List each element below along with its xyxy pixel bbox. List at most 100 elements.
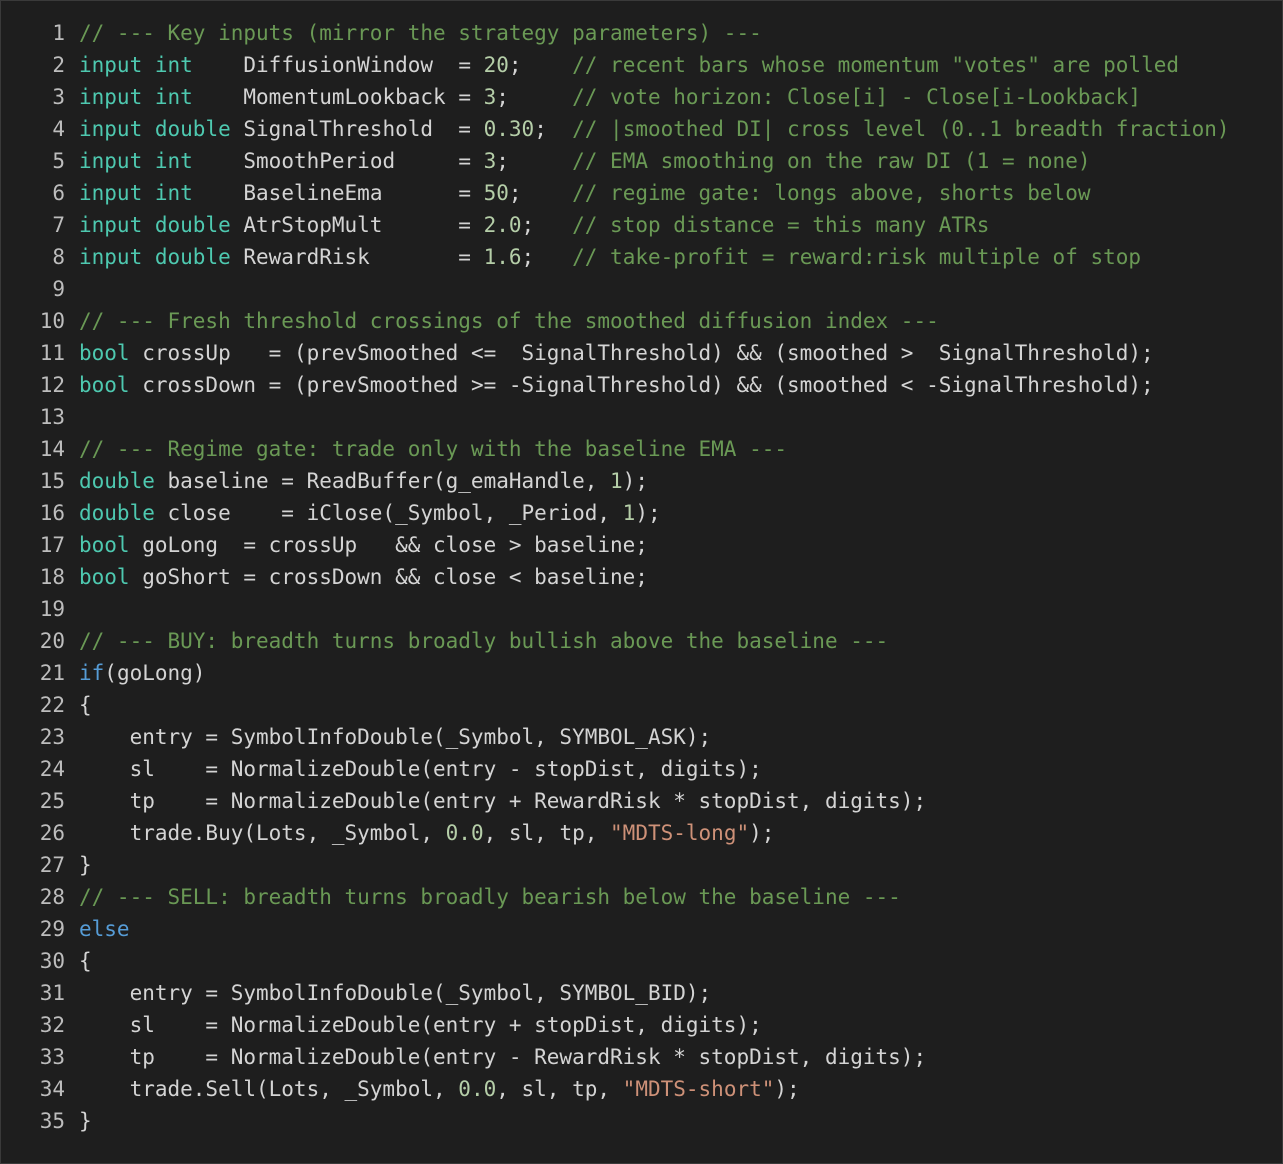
code-line[interactable]: 33 tp = NormalizeDouble(entry - RewardRi… — [1, 1041, 1282, 1073]
code-line[interactable]: 7 input double AtrStopMult = 2.0; // stop… — [1, 209, 1282, 241]
identifier-token: trade.Buy(Lots, _Symbol, — [79, 821, 446, 845]
code-line[interactable]: 34 trade.Sell(Lots, _Symbol, 0.0, sl, tp… — [1, 1073, 1282, 1105]
punctuation-token: { — [79, 693, 92, 717]
code-text: sl = NormalizeDouble(entry + stopDist, d… — [79, 1009, 1282, 1041]
code-line[interactable]: 12 bool crossDown = (prevSmoothed >= -Sig… — [1, 369, 1282, 401]
punctuation-token: , sl, tp, — [496, 1077, 623, 1101]
comment-token: // --- Regime gate: trade only with the … — [79, 437, 788, 461]
comment-token: // --- BUY: breadth turns broadly bullis… — [79, 629, 889, 653]
line-number: 18 — [39, 565, 65, 589]
code-text: bool crossUp = (prevSmoothed <= SignalTh… — [79, 337, 1282, 369]
line-number: 2 — [52, 53, 65, 77]
line-number: 31 — [39, 981, 65, 1005]
code-line[interactable]: 30 { — [1, 945, 1282, 977]
code-line[interactable]: 11 bool crossUp = (prevSmoothed <= Signal… — [1, 337, 1282, 369]
code-line[interactable]: 21 if(goLong) — [1, 657, 1282, 689]
type-token: double — [154, 117, 231, 141]
code-text: input int SmoothPeriod = 3; // EMA smoot… — [79, 145, 1282, 177]
code-line[interactable]: 8 input double RewardRisk = 1.6; // take-… — [1, 241, 1282, 273]
code-line[interactable]: 16 double close = iClose(_Symbol, _Period… — [1, 497, 1282, 529]
comment-token: // --- Key inputs (mirror the strategy p… — [79, 21, 762, 45]
line-number: 4 — [52, 117, 65, 141]
code-line[interactable]: 10 // --- Fresh threshold crossings of th… — [1, 305, 1282, 337]
code-line[interactable]: 17 bool goLong = crossUp && close > basel… — [1, 529, 1282, 561]
code-line[interactable]: 6 input int BaselineEma = 50; // regime g… — [1, 177, 1282, 209]
type-token: input — [79, 53, 143, 77]
punctuation-token — [142, 245, 155, 269]
identifier-token: sl = NormalizeDouble(entry + stopDist, d… — [79, 1013, 762, 1037]
code-line[interactable]: 26 trade.Buy(Lots, _Symbol, 0.0, sl, tp,… — [1, 817, 1282, 849]
type-token: int — [154, 149, 193, 173]
code-line[interactable]: 4 input double SignalThreshold = 0.30; //… — [1, 113, 1282, 145]
code-line[interactable]: 13 — [1, 401, 1282, 433]
line-number: 30 — [39, 949, 65, 973]
code-text: // --- Key inputs (mirror the strategy p… — [79, 17, 1282, 49]
code-line[interactable]: 9 — [1, 273, 1282, 305]
line-number: 19 — [39, 597, 65, 621]
line-number: 28 — [39, 885, 65, 909]
code-line[interactable]: 32 sl = NormalizeDouble(entry + stopDist… — [1, 1009, 1282, 1041]
identifier-token: MomentumLookback = — [192, 85, 484, 109]
line-number: 20 — [39, 629, 65, 653]
comment-token: // --- SELL: breadth turns broadly beari… — [79, 885, 901, 909]
code-line[interactable]: 28 // --- SELL: breadth turns broadly bea… — [1, 881, 1282, 913]
type-token: double — [154, 213, 231, 237]
comment-token: // take-profit = reward:risk multiple of… — [572, 245, 1142, 269]
code-line[interactable]: 25 tp = NormalizeDouble(entry + RewardRi… — [1, 785, 1282, 817]
line-number: 34 — [39, 1077, 65, 1101]
code-line[interactable]: 35} — [1, 1105, 1282, 1137]
identifier-token: BaselineEma = — [192, 181, 484, 205]
punctuation-token: ; — [521, 213, 573, 237]
code-text: } — [79, 849, 1282, 881]
code-text: // --- Regime gate: trade only with the … — [79, 433, 1282, 465]
type-token: double — [79, 501, 155, 525]
code-line[interactable]: 19 — [1, 593, 1282, 625]
punctuation-token — [142, 181, 155, 205]
code-editor[interactable]: 1 // --- Key inputs (mirror the strategy … — [0, 0, 1283, 1164]
type-token: bool — [79, 533, 130, 557]
code-line[interactable]: 20 // --- BUY: breadth turns broadly bull… — [1, 625, 1282, 657]
line-number: 1 — [52, 21, 65, 45]
identifier-token: RewardRisk = — [230, 245, 484, 269]
identifier-token: crossDown = (prevSmoothed >= -SignalThre… — [129, 373, 1154, 397]
punctuation-token — [142, 149, 155, 173]
type-token: input — [79, 85, 143, 109]
code-line[interactable]: 1 // --- Key inputs (mirror the strategy … — [1, 17, 1282, 49]
type-token: double — [154, 245, 231, 269]
number-token: 0.0 — [458, 1077, 497, 1101]
number-token: 0.0 — [445, 821, 484, 845]
punctuation-token: } — [79, 853, 92, 877]
code-line[interactable]: 24 sl = NormalizeDouble(entry - stopDist… — [1, 753, 1282, 785]
line-number: 11 — [39, 341, 65, 365]
code-line[interactable]: 5 input int SmoothPeriod = 3; // EMA smoo… — [1, 145, 1282, 177]
line-number: 13 — [39, 405, 65, 429]
code-text: trade.Sell(Lots, _Symbol, 0.0, sl, tp, "… — [79, 1073, 1282, 1105]
code-line[interactable]: 15 double baseline = ReadBuffer(g_emaHand… — [1, 465, 1282, 497]
code-line[interactable]: 2 input int DiffusionWindow = 20; // rece… — [1, 49, 1282, 81]
code-line[interactable]: 18 bool goShort = crossDown && close < ba… — [1, 561, 1282, 593]
number-token: 2.0 — [483, 213, 522, 237]
number-token: 3 — [483, 149, 497, 173]
line-number: 12 — [39, 373, 65, 397]
string-token: "MDTS-short" — [622, 1077, 775, 1101]
punctuation-token: ); — [635, 501, 661, 525]
code-line[interactable]: 31 entry = SymbolInfoDouble(_Symbol, SYM… — [1, 977, 1282, 1009]
line-number: 23 — [39, 725, 65, 749]
code-line[interactable]: 3 input int MomentumLookback = 3; // vote… — [1, 81, 1282, 113]
code-line[interactable]: 22 { — [1, 689, 1282, 721]
punctuation-token: ; — [534, 117, 573, 141]
type-token: int — [154, 85, 193, 109]
code-text: bool crossDown = (prevSmoothed >= -Signa… — [79, 369, 1282, 401]
line-number: 14 — [39, 437, 65, 461]
code-text: { — [79, 689, 1282, 721]
number-token: 3 — [483, 85, 497, 109]
code-text: } — [79, 1105, 1282, 1137]
comment-token: // |smoothed DI| cross level (0..1 bread… — [572, 117, 1230, 141]
code-text: // --- Fresh threshold crossings of the … — [79, 305, 1282, 337]
code-line[interactable]: 14 // --- Regime gate: trade only with th… — [1, 433, 1282, 465]
code-lines: 1 // --- Key inputs (mirror the strategy … — [1, 17, 1282, 1137]
code-line[interactable]: 29 else — [1, 913, 1282, 945]
code-line[interactable]: 27} — [1, 849, 1282, 881]
identifier-token: SignalThreshold = — [230, 117, 484, 141]
code-line[interactable]: 23 entry = SymbolInfoDouble(_Symbol, SYM… — [1, 721, 1282, 753]
